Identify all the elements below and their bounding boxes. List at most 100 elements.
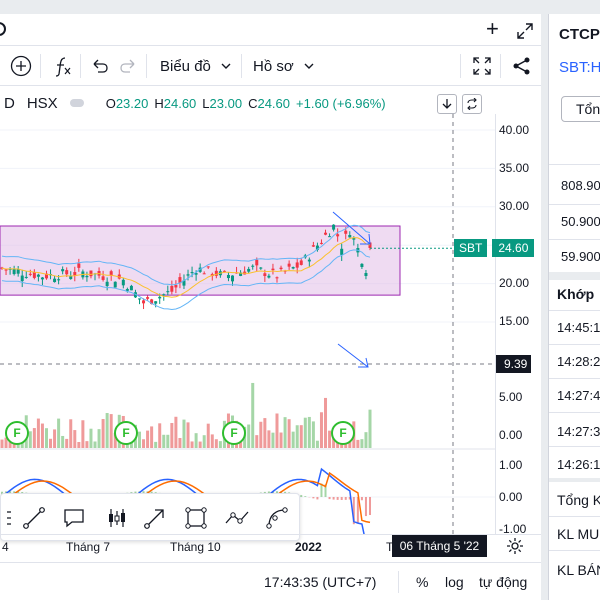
volume-bar <box>162 434 166 448</box>
chart-type-dropdown[interactable]: Biểu đồ <box>160 46 231 86</box>
company-title: CTCP <box>559 26 600 43</box>
undo-button[interactable] <box>90 46 110 86</box>
volume-bar <box>166 434 170 448</box>
price-axis-label: 40.00 <box>499 123 530 137</box>
trend-line-tool[interactable] <box>16 500 52 536</box>
chart-type-label: Biểu đồ <box>160 57 211 75</box>
candle-body <box>348 235 352 238</box>
macd-histogram-bar <box>300 495 303 497</box>
volume-bar <box>182 419 186 448</box>
candle-body <box>170 285 174 292</box>
event-badge[interactable]: F <box>5 421 29 445</box>
arrow-tool[interactable] <box>137 500 173 536</box>
toolbar-divider <box>460 54 461 78</box>
price-chart[interactable] <box>0 114 495 534</box>
price-axis-divider <box>495 114 496 534</box>
volume-bar <box>53 429 57 448</box>
indicators-button[interactable] <box>52 46 74 86</box>
expand-arrows-icon[interactable] <box>516 22 534 40</box>
candle-body <box>263 273 267 277</box>
chart-header: + <box>0 14 541 46</box>
total-tab-button[interactable]: Tổn <box>561 96 600 122</box>
legend-close-key: C <box>248 95 258 111</box>
summary-label: Tổng K <box>557 492 600 508</box>
trade-time: 14:27:3 <box>557 424 600 439</box>
candle-body <box>255 259 259 266</box>
candle-body <box>222 270 226 272</box>
macd-histogram-bar <box>344 497 347 500</box>
volume-bar <box>85 441 89 448</box>
redo-button[interactable] <box>118 46 138 86</box>
rectangle-tool[interactable] <box>178 500 214 536</box>
volume-bar <box>97 429 101 448</box>
share-icon <box>513 57 530 75</box>
volume-bar <box>303 417 307 448</box>
candle-body <box>319 242 323 244</box>
candle-body <box>89 270 93 277</box>
volume-bar <box>93 441 97 448</box>
volume-bar <box>57 418 61 448</box>
last-price-tag: 24.60 <box>492 239 535 257</box>
candle-body <box>332 224 336 230</box>
trend-line-icon <box>23 507 45 529</box>
volume-bar <box>202 435 206 448</box>
share-button[interactable] <box>512 46 532 86</box>
candle-body <box>24 276 28 278</box>
profile-dropdown[interactable]: Hồ sơ <box>253 46 314 86</box>
value-cell: 50.900 <box>561 214 600 229</box>
candles-tool[interactable] <box>99 500 135 536</box>
section-gap <box>549 478 600 482</box>
price-axis-label: 20.00 <box>499 276 530 290</box>
legend-low-key: L <box>202 95 210 111</box>
volume-bar <box>65 438 69 448</box>
arrow-line-icon <box>144 509 164 529</box>
path-tool[interactable] <box>219 500 255 536</box>
volume-bar <box>28 431 32 448</box>
volume-bar <box>247 424 251 448</box>
match-header: Khớp <box>557 286 595 302</box>
path-icon <box>225 511 249 524</box>
volume-bar <box>299 425 303 448</box>
callout-tool[interactable] <box>56 500 92 536</box>
scroll-down-button[interactable] <box>437 94 457 114</box>
percent-scale-button[interactable]: % <box>416 574 428 590</box>
candle-body <box>16 269 20 274</box>
plus-icon[interactable]: + <box>486 18 504 42</box>
auto-scale-button[interactable]: tự động <box>479 574 527 590</box>
fullscreen-button[interactable] <box>472 46 492 86</box>
plus-circle-icon <box>10 55 32 77</box>
curve-tool[interactable] <box>259 500 295 536</box>
candle-body <box>267 275 271 278</box>
candle-body <box>36 274 40 277</box>
add-indicator-button[interactable] <box>10 46 32 86</box>
time-axis-label: Tháng 7 <box>66 540 111 554</box>
candle-body <box>190 272 194 274</box>
chart-bottom-bar: 17:43:35 (UTC+7) % log tự động <box>0 562 541 600</box>
candle-body <box>186 274 190 276</box>
log-scale-button[interactable]: log <box>445 574 464 590</box>
volume-bar <box>307 416 311 448</box>
event-badge[interactable]: F <box>331 421 355 445</box>
chart-toolbar: Biểu đồ Hồ sơ <box>0 46 541 86</box>
macd-histogram-bar <box>369 497 371 516</box>
toolbar-divider <box>241 54 242 78</box>
candle-body <box>154 301 158 304</box>
volume-bar <box>89 428 93 448</box>
row-divider <box>549 446 600 447</box>
event-badge[interactable]: F <box>114 421 138 445</box>
candle-body <box>158 296 162 299</box>
macd-histogram-bar <box>364 497 367 517</box>
volume-bar <box>137 431 141 448</box>
ticker-link[interactable]: SBT:H <box>559 59 600 76</box>
volume-bar <box>150 426 154 448</box>
refresh-button[interactable] <box>462 94 482 114</box>
chart-settings-button[interactable] <box>506 537 524 560</box>
bottom-divider <box>398 571 399 593</box>
visibility-dot-icon[interactable] <box>69 99 84 107</box>
candle-body <box>32 271 36 278</box>
candle-body <box>137 298 141 300</box>
candle-body <box>77 263 81 268</box>
row-divider <box>549 239 600 240</box>
event-badge[interactable]: F <box>222 421 246 445</box>
candle-body <box>247 268 251 272</box>
